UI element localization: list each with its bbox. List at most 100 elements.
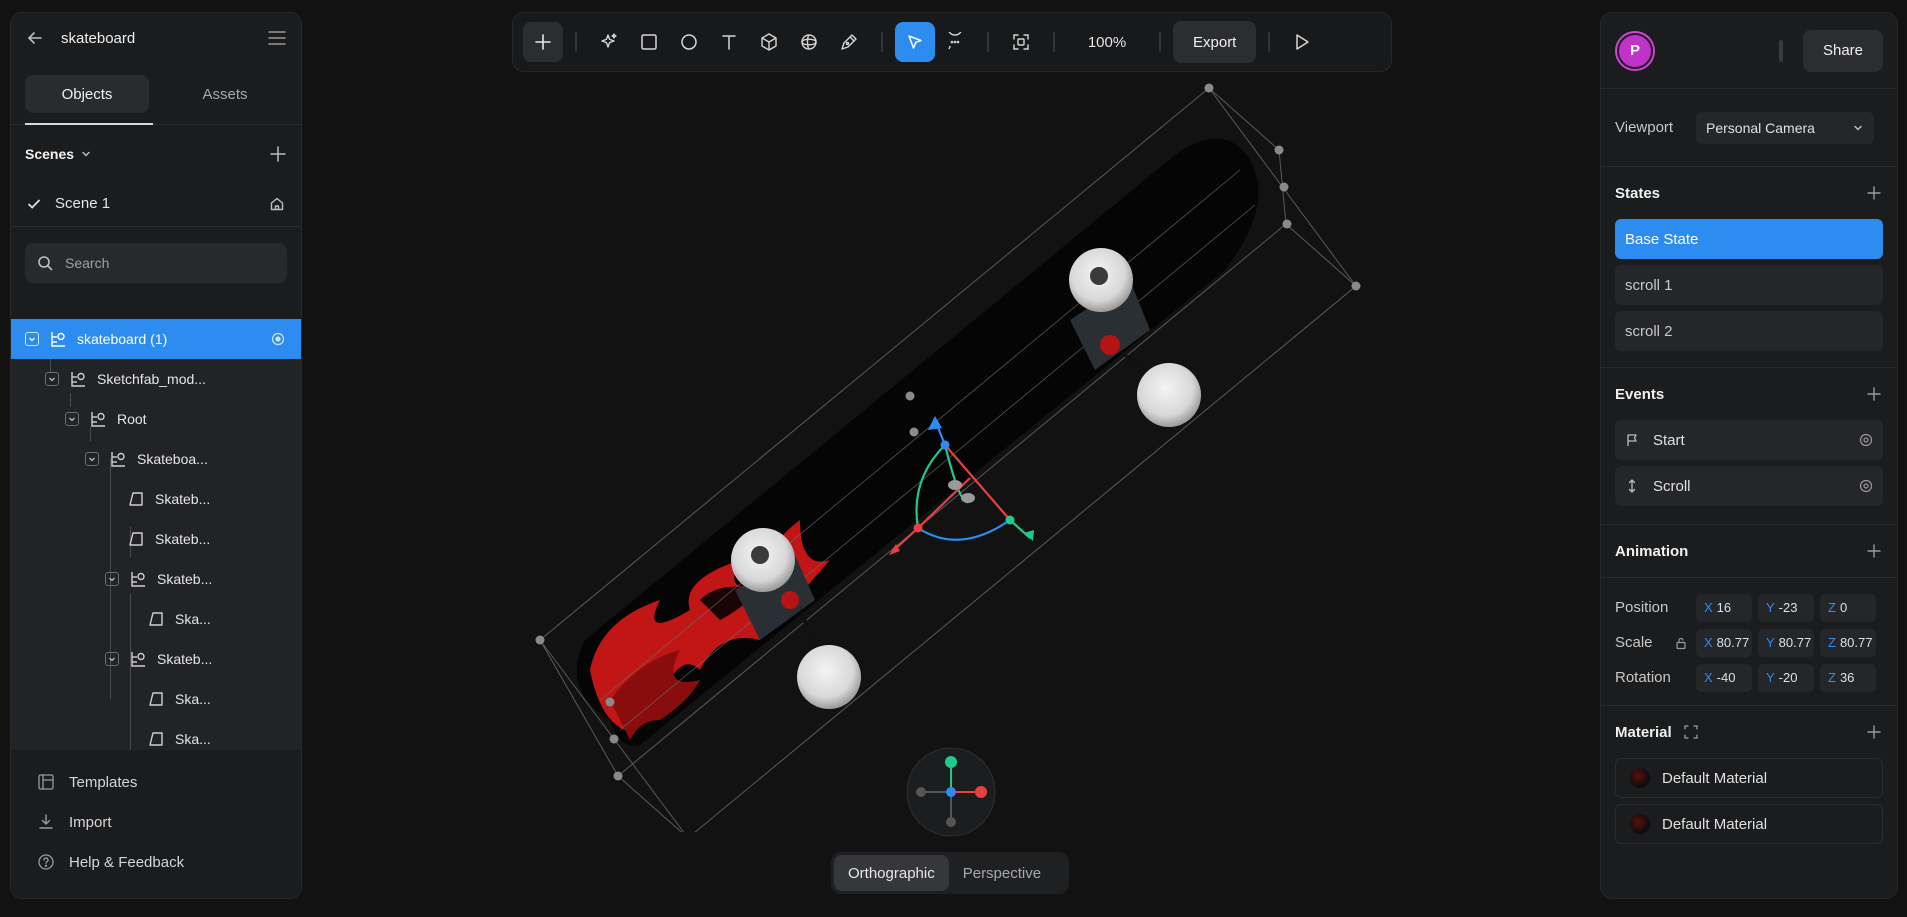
sphere-icon [801,34,817,50]
rectangle-tool-button[interactable] [629,22,669,62]
state-base[interactable]: Base State [1615,219,1883,259]
avatar[interactable]: P [1615,30,1655,71]
material-item[interactable]: Default Material [1615,804,1883,844]
transform-section: Position X 16 Y -23 Z0 Scale X 80.77 Y 80.77… [1601,578,1897,706]
tree-item-mesh[interactable]: Ska... [11,679,301,719]
state-scroll-1[interactable]: scroll 1 [1615,265,1883,305]
object-tree: skateboard (1) Sketchfab_mod... Root Ska… [11,319,301,752]
tree-item-mesh[interactable]: Ska... [11,719,301,752]
zoom-level[interactable]: 100% [1067,34,1147,51]
collapse-toggle-icon[interactable] [105,652,119,666]
tree-item-label: Skateboa... [137,451,208,467]
tree-item-skateboard-group[interactable]: Skateboa... [11,439,301,479]
tree-item-skateboard-1[interactable]: skateboard (1) [11,319,301,359]
header-divider [1778,39,1783,62]
viewport-select[interactable]: Personal Camera [1696,111,1874,144]
toolbar-divider [1268,32,1271,52]
add-event-icon[interactable] [1865,385,1883,403]
tab-assets[interactable]: Assets [163,75,287,113]
rotation-z-field[interactable]: Z 36 [1820,663,1876,692]
cube-tool-button[interactable] [749,22,789,62]
play-button[interactable] [1282,22,1322,62]
material-swatch [1630,814,1650,834]
help-label: Help & Feedback [69,853,185,871]
text-tool-button[interactable] [709,22,749,62]
chevron-down-icon[interactable] [80,148,92,160]
select-tool-button[interactable] [895,22,935,62]
event-start[interactable]: Start [1615,420,1883,460]
expand-icon[interactable] [1684,725,1698,739]
collapse-toggle-icon[interactable] [65,412,79,426]
scene-name: Scene 1 [55,195,111,212]
orientation-gizmo[interactable] [905,746,997,838]
add-animation-icon[interactable] [1865,542,1883,560]
rotation-x-field[interactable]: X -40 [1696,663,1752,692]
hamburger-menu-icon[interactable] [267,28,287,48]
preview-icon[interactable] [1859,479,1873,493]
scenes-label[interactable]: Scenes [25,146,74,162]
collapse-toggle-icon[interactable] [25,332,39,346]
collapse-toggle-icon[interactable] [45,372,59,386]
tree-item-group[interactable]: Skateb... [11,639,301,679]
scale-x-field[interactable]: X 80.77 [1696,628,1752,657]
lock-icon[interactable] [1674,636,1688,650]
avatar-initial: P [1619,34,1651,67]
top-toolbar: 100% Export [512,12,1392,72]
scenes-header: Scenes [11,127,301,181]
collapse-toggle-icon[interactable] [105,572,119,586]
material-label: Default Material [1662,769,1768,787]
target-icon[interactable] [271,332,285,346]
position-y-field[interactable]: Y -23 [1758,593,1814,622]
tree-item-group[interactable]: Skateb... [11,559,301,599]
tree-item-label: Skateb... [157,571,213,587]
templates-link[interactable]: Templates [11,762,301,802]
pen-tool-button[interactable] [829,22,869,62]
scale-y-field[interactable]: Y 80.77 [1758,628,1814,657]
scene-item[interactable]: Scene 1 [11,181,301,227]
check-icon [28,199,40,209]
search-box[interactable] [25,243,287,283]
mesh-icon [149,692,163,706]
events-section: Events Start Scroll [1601,368,1897,525]
ai-tool-button[interactable] [589,22,629,62]
export-button[interactable]: Export [1173,21,1257,63]
back-arrow-icon[interactable] [25,28,45,48]
perspective-button[interactable]: Perspective [949,855,1055,891]
circle-icon [681,34,697,50]
position-x-field[interactable]: X 16 [1696,593,1752,622]
import-link[interactable]: Import [11,802,301,842]
add-button[interactable] [523,22,563,62]
state-scroll-2[interactable]: scroll 2 [1615,311,1883,351]
tree-item-label: Skateb... [155,531,211,547]
preview-icon[interactable] [1859,433,1873,447]
collapse-toggle-icon[interactable] [85,452,99,466]
frame-tool-button[interactable] [1001,22,1041,62]
scale-label: Scale [1615,634,1653,651]
orthographic-button[interactable]: Orthographic [834,855,949,891]
scale-z-field[interactable]: Z 80.77 [1820,628,1876,657]
cursor-icon [908,35,922,49]
position-z-field[interactable]: Z0 [1820,593,1876,622]
tree-item-sketchfab-model[interactable]: Sketchfab_mod... [11,359,301,399]
comment-tool-button[interactable] [935,22,975,62]
event-scroll[interactable]: Scroll [1615,466,1883,506]
rotation-y-field[interactable]: Y -20 [1758,663,1814,692]
material-item[interactable]: Default Material [1615,758,1883,798]
home-icon[interactable] [269,196,285,212]
add-state-icon[interactable] [1865,184,1883,202]
tab-objects[interactable]: Objects [25,75,153,125]
rectangle-icon [641,34,657,50]
add-material-icon[interactable] [1865,723,1883,741]
sphere-tool-button[interactable] [789,22,829,62]
help-feedback-link[interactable]: Help & Feedback [11,842,301,882]
tree-item-mesh[interactable]: Skateb... [11,519,301,559]
tree-item-root[interactable]: Root [11,399,301,439]
canvas-viewport[interactable] [302,72,1600,832]
skateboard-model[interactable] [576,138,1259,746]
share-button[interactable]: Share [1802,29,1883,72]
add-scene-icon[interactable] [269,145,287,163]
tree-item-mesh[interactable]: Skateb... [11,479,301,519]
search-input[interactable] [65,255,265,271]
tree-item-mesh[interactable]: Ska... [11,599,301,639]
ellipse-tool-button[interactable] [669,22,709,62]
